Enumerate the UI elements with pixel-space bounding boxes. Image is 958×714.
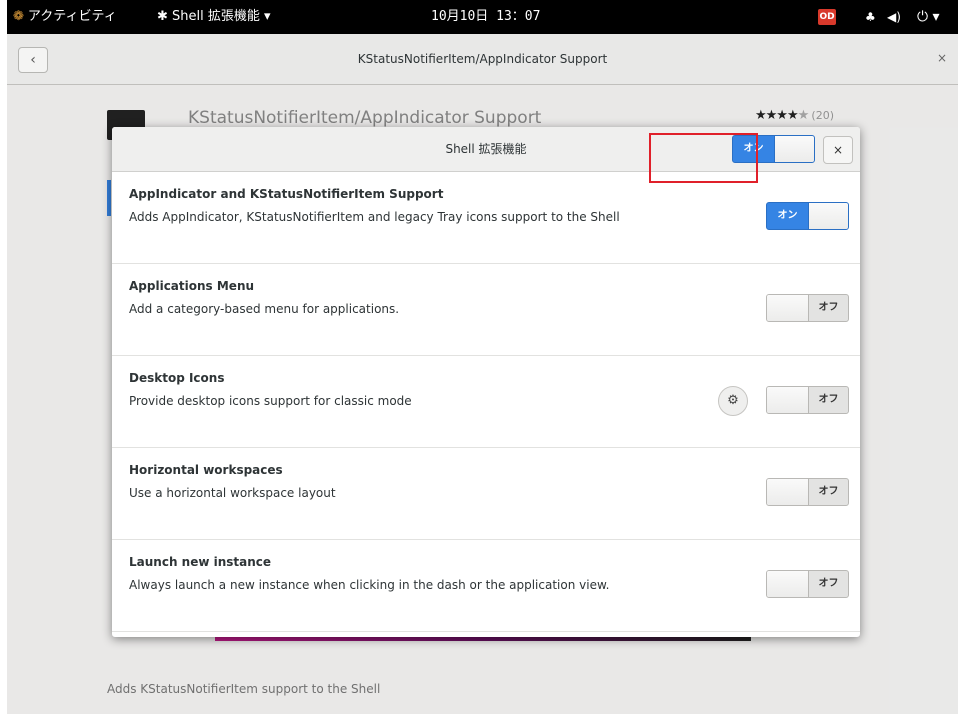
window-title: KStatusNotifierItem/AppIndicator Support [357, 52, 608, 66]
extensions-menu[interactable]: ✱ Shell 拡張機能 ▾ [157, 0, 271, 34]
extension-row: Applications Menu Add a category-based m… [112, 264, 860, 356]
network-icon[interactable]: ♣ [865, 0, 876, 34]
switch-knob [767, 479, 809, 505]
activities-label: アクティビティ [27, 9, 117, 24]
switch-knob [808, 203, 848, 229]
extension-toggle[interactable]: オフ [766, 294, 849, 322]
switch-knob [767, 571, 809, 597]
screen: ❁ アクティビティ ✱ Shell 拡張機能 ▾ 10月10日 13：07 OD … [7, 0, 958, 714]
switch-state-label: オフ [818, 578, 839, 589]
switch-knob [774, 136, 814, 162]
extension-row: AppIndicator and KStatusNotifierItem Sup… [112, 172, 860, 264]
switch-state-label: オフ [818, 302, 839, 313]
extension-row: Horizontal workspaces Use a horizontal w… [112, 448, 860, 540]
extension-toggle[interactable]: オン [766, 202, 849, 230]
switch-state-label: オフ [818, 394, 839, 405]
switch-state-label: オフ [818, 486, 839, 497]
extension-description: Provide desktop icons support for classi… [129, 394, 412, 408]
extension-toggle[interactable]: オフ [766, 570, 849, 598]
shell-extensions-dialog: Shell 拡張機能 オン × AppIndicator and KStatus… [112, 127, 860, 637]
extensions-menu-label: Shell 拡張機能 ▾ [172, 9, 271, 24]
extension-description: Always launch a new instance when clicki… [129, 578, 610, 592]
activities-button[interactable]: ❁ アクティビティ [13, 0, 117, 34]
switch-state-label: オン [777, 210, 798, 221]
power-icon[interactable]: ⏻ ▾ [917, 0, 940, 34]
extension-name: Applications Menu [129, 279, 255, 293]
highlight-box [649, 133, 758, 183]
extension-name: Horizontal workspaces [129, 463, 283, 477]
software-window: KStatusNotifierItem/AppIndicator Support… [7, 34, 958, 714]
extension-list: AppIndicator and KStatusNotifierItem Sup… [112, 172, 860, 632]
extension-name: AppIndicator and KStatusNotifierItem Sup… [129, 187, 444, 201]
extension-name: Launch new instance [129, 555, 272, 569]
dialog-close-button[interactable]: × [823, 136, 853, 164]
back-button[interactable]: ‹ [18, 47, 48, 73]
gnome-foot-icon: ❁ [13, 9, 24, 24]
extension-description: Adds AppIndicator, KStatusNotifierItem a… [129, 210, 620, 224]
extension-name: Desktop Icons [129, 371, 225, 385]
extension-description: Use a horizontal workspace layout [129, 486, 336, 500]
extension-toggle[interactable]: オフ [766, 386, 849, 414]
volume-icon[interactable]: ◀) [887, 0, 901, 34]
puzzle-icon: ✱ [157, 9, 173, 24]
tray-badge[interactable]: OD [818, 9, 836, 25]
top-bar: ❁ アクティビティ ✱ Shell 拡張機能 ▾ 10月10日 13：07 OD … [7, 0, 958, 34]
extension-row: Desktop Icons Provide desktop icons supp… [112, 356, 860, 448]
extension-toggle[interactable]: オフ [766, 478, 849, 506]
switch-knob [767, 387, 809, 413]
gear-icon: ⚙ [727, 393, 739, 408]
extension-settings-button[interactable]: ⚙ [718, 386, 748, 416]
extension-description: Add a category-based menu for applicatio… [129, 302, 400, 316]
header-bar: KStatusNotifierItem/AppIndicator Support… [7, 34, 958, 85]
switch-knob [767, 295, 809, 321]
window-close-button[interactable]: × [937, 51, 947, 65]
extension-row: Launch new instance Always launch a new … [112, 540, 860, 632]
clock[interactable]: 10月10日 13：07 [431, 0, 540, 34]
